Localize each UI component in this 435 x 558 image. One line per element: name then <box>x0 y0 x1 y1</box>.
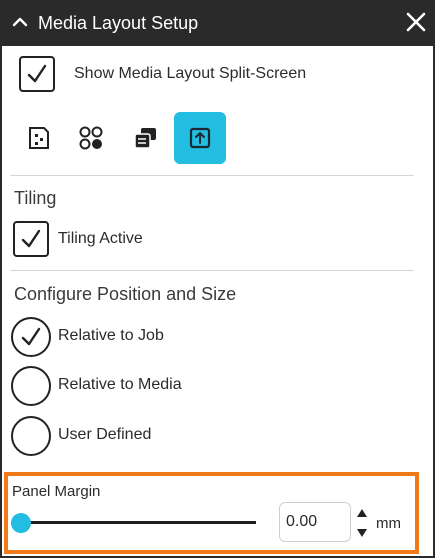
panel-margin-slider-thumb[interactable] <box>11 513 31 533</box>
spin-up-icon[interactable] <box>355 507 369 519</box>
radio-relative-to-media[interactable] <box>11 366 51 406</box>
layout-mode-grid-button[interactable] <box>65 112 117 164</box>
layout-mode-tiling-button[interactable] <box>174 112 226 164</box>
tiling-section-title: Tiling <box>14 188 57 208</box>
tiling-icon <box>189 127 211 149</box>
window-title: Media Layout Setup <box>38 13 199 33</box>
layout-mode-page-button[interactable] <box>13 112 65 164</box>
radio-user-defined[interactable] <box>11 416 51 456</box>
spin-down-icon[interactable] <box>355 527 369 539</box>
user-defined-label: User Defined <box>58 426 152 443</box>
title-bar: Media Layout Setup <box>2 0 435 46</box>
layout-mode-stack-button[interactable] <box>119 112 171 164</box>
checkmark-icon <box>21 229 41 248</box>
chevron-up-icon[interactable] <box>11 13 29 31</box>
panel-margin-label: Panel Margin <box>12 483 101 500</box>
close-icon[interactable] <box>404 10 428 34</box>
panel-margin-unit: mm <box>376 515 401 532</box>
tiling-active-label: Tiling Active <box>58 230 143 247</box>
radio-relative-to-job[interactable] <box>11 317 51 357</box>
panel-margin-slider-track[interactable] <box>20 521 256 524</box>
page-icon <box>29 127 49 149</box>
checkmark-icon <box>21 327 41 346</box>
media-layout-setup-panel: Media Layout Setup Show Media Layout Spl… <box>0 0 435 558</box>
stacked-sheets-icon <box>134 128 156 149</box>
tiling-active-checkbox[interactable] <box>13 221 49 257</box>
relative-to-job-label: Relative to Job <box>58 327 164 344</box>
divider <box>10 270 414 271</box>
panel-margin-input[interactable] <box>279 502 351 542</box>
divider <box>10 175 414 176</box>
grid-circles-icon <box>79 126 103 150</box>
checkmark-icon <box>27 64 47 83</box>
position-section-title: Configure Position and Size <box>14 284 237 304</box>
relative-to-media-label: Relative to Media <box>58 376 182 393</box>
split-screen-label: Show Media Layout Split-Screen <box>74 65 307 82</box>
split-screen-checkbox[interactable] <box>19 56 55 92</box>
